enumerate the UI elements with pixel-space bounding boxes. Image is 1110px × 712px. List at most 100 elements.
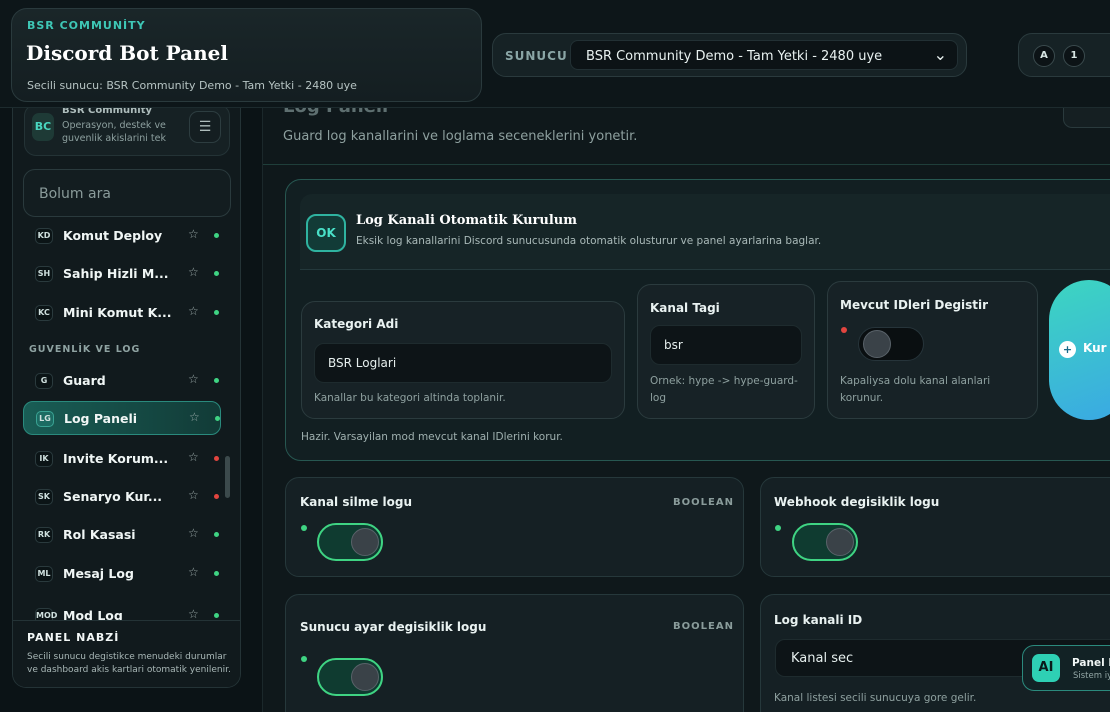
channel-tag-card: Kanal Tagi bsr Ornek: hype -> hype-guard… [637, 284, 815, 419]
plus-icon: + [1059, 341, 1076, 358]
sidebar-item-komut-deploy[interactable]: KD Komut Deploy ☆ [23, 219, 221, 253]
nav-label: Guard [63, 373, 106, 388]
setting-type: BOOLEAN [673, 621, 734, 632]
star-icon[interactable]: ☆ [188, 372, 199, 386]
star-icon[interactable]: ☆ [189, 410, 200, 424]
sidebar-item-senaryo-kurulum[interactable]: SK Senaryo Kur... ☆ [23, 480, 221, 514]
team-logo: BC [32, 113, 54, 141]
sliders-icon[interactable]: ☰ [189, 111, 221, 143]
chevron-down-icon: ⌄ [933, 45, 947, 64]
ai-icon: AI [1032, 654, 1060, 682]
input-value: bsr [664, 338, 683, 352]
channel-tag-input[interactable]: bsr [650, 325, 802, 365]
star-icon[interactable]: ☆ [188, 607, 199, 621]
nav-label: Invite Korum... [63, 451, 169, 466]
star-icon[interactable]: ☆ [188, 565, 199, 579]
page-description: Guard log kanallarini ve loglama secenek… [283, 129, 638, 144]
setting-type: BOOLEAN [673, 497, 734, 508]
setting-title: Kanal silme logu [300, 495, 413, 509]
user-avatars: A 1 [1018, 33, 1110, 77]
sidebar-item-mesaj-log[interactable]: ML Mesaj Log ☆ [23, 557, 221, 591]
selected-server-text: Secili sunucu: BSR Community Demo - Tam … [27, 79, 357, 92]
nav-label: Log Paneli [64, 411, 138, 426]
section-search-input[interactable]: Bolum ara [23, 169, 231, 217]
nav-badge: ML [35, 566, 53, 582]
nav-section-label: GUVENLİK VE LOG [29, 344, 141, 355]
sidebar-item-guard[interactable]: G Guard ☆ [23, 364, 221, 398]
nav-label: Mini Komut K... [63, 305, 172, 320]
replace-ids-card: Mevcut IDleri Degistir Kapaliysa dolu ka… [827, 281, 1038, 419]
status-dot [214, 271, 219, 276]
setting-title: Log kanali ID [774, 613, 863, 627]
star-icon[interactable]: ☆ [188, 227, 199, 241]
star-icon[interactable]: ☆ [188, 304, 199, 318]
app-title: Discord Bot Panel [26, 41, 228, 65]
server-select[interactable]: BSR Community Demo - Tam Yetki - 2480 uy… [570, 40, 958, 70]
brand-kicker: BSR COMMUNİTY [27, 19, 146, 32]
field-hint: Ornek: hype -> hype-guard-log [650, 375, 798, 404]
field-title: Kanal Tagi [650, 301, 720, 315]
category-name-input[interactable]: BSR Loglari [314, 343, 612, 383]
nav-label: Senaryo Kur... [63, 489, 163, 504]
server-settings-log-toggle[interactable] [317, 658, 383, 696]
nav-badge: KD [35, 228, 53, 244]
nav-badge: G [35, 373, 53, 389]
kur-label: Kur [1083, 341, 1107, 355]
server-label: SUNUCU [505, 49, 568, 63]
nav-badge: SK [35, 489, 53, 505]
webhook-change-log-card: Webhook degisiklik logu [760, 477, 1110, 577]
sidebar-scrollbar[interactable] [225, 456, 230, 498]
input-value: BSR Loglari [328, 356, 397, 370]
widget-title: Panel Rehberi [1072, 657, 1110, 669]
auto-setup-header: OK Log Kanali Otomatik Kurulum Eksik log… [300, 194, 1110, 270]
status-dot [214, 494, 219, 499]
brand-card: BSR COMMUNİTY Discord Bot Panel Secili s… [11, 8, 482, 102]
star-icon[interactable]: ☆ [188, 526, 199, 540]
nav-label: Sahip Hizli M... [63, 266, 169, 281]
toggle-knob [351, 528, 379, 556]
nav-badge: RK [35, 527, 53, 543]
replace-ids-toggle[interactable] [858, 327, 924, 361]
nav-badge: LG [36, 411, 54, 427]
setup-title: Log Kanali Otomatik Kurulum [356, 213, 577, 228]
team-description: Operasyon, destek ve guvenlik akislarini… [62, 120, 167, 144]
widget-subtitle: Sistem iyi [1073, 671, 1110, 681]
field-title: Mevcut IDleri Degistir [840, 298, 989, 312]
sidebar-item-sahip-hizli[interactable]: SH Sahip Hizli M... ☆ [23, 257, 221, 291]
avatar[interactable]: A [1033, 45, 1055, 67]
pulse-title: PANEL NABZİ [27, 631, 120, 644]
team-card: BC BSR Community Operasyon, destek ve gu… [24, 108, 230, 156]
avatar[interactable]: 1 [1063, 45, 1085, 67]
sidebar-item-invite-koruma[interactable]: IK Invite Korum... ☆ [23, 442, 221, 476]
status-dot [215, 416, 220, 421]
team-name: BSR Community [62, 108, 153, 116]
toggle-knob [863, 330, 891, 358]
webhook-change-log-toggle[interactable] [792, 523, 858, 561]
category-name-card: Kategori Adi BSR Loglari Kanallar bu kat… [301, 301, 625, 419]
top-bar: BSR COMMUNİTY Discord Bot Panel Secili s… [0, 0, 1110, 108]
setup-run-button[interactable]: + Kur [1049, 280, 1110, 420]
star-icon[interactable]: ☆ [188, 488, 199, 502]
status-dot [775, 525, 781, 531]
star-icon[interactable]: ☆ [188, 450, 199, 464]
field-hint: Kanallar bu kategori altinda toplanir. [314, 392, 506, 404]
channel-delete-log-card: Kanal silme logu BOOLEAN [285, 477, 744, 577]
nav-badge: IK [35, 451, 53, 467]
page-title: Log Paneli [283, 108, 388, 117]
sidebar: BC BSR Community Operasyon, destek ve gu… [12, 108, 241, 688]
toggle-knob [351, 663, 379, 691]
panel-guide-widget[interactable]: AI Panel Rehberi Sistem iyi [1022, 645, 1110, 691]
refresh-button[interactable] [1063, 108, 1110, 128]
sidebar-item-mini-komut[interactable]: KC Mini Komut K... ☆ [23, 296, 221, 330]
field-hint: Kanal listesi secili sunucuya gore gelir… [774, 692, 977, 704]
sidebar-item-log-paneli[interactable]: LG Log Paneli ☆ [23, 401, 221, 435]
select-placeholder: Kanal sec [791, 651, 854, 666]
status-dot [214, 532, 219, 537]
status-dot [214, 571, 219, 576]
sidebar-item-rol-kasasi[interactable]: RK Rol Kasasi ☆ [23, 518, 221, 552]
status-dot [301, 656, 307, 662]
setup-status: Hazir. Varsayilan mod mevcut kanal IDler… [301, 431, 563, 443]
channel-delete-log-toggle[interactable] [317, 523, 383, 561]
star-icon[interactable]: ☆ [188, 265, 199, 279]
server-select-value: BSR Community Demo - Tam Yetki - 2480 uy… [586, 49, 883, 64]
